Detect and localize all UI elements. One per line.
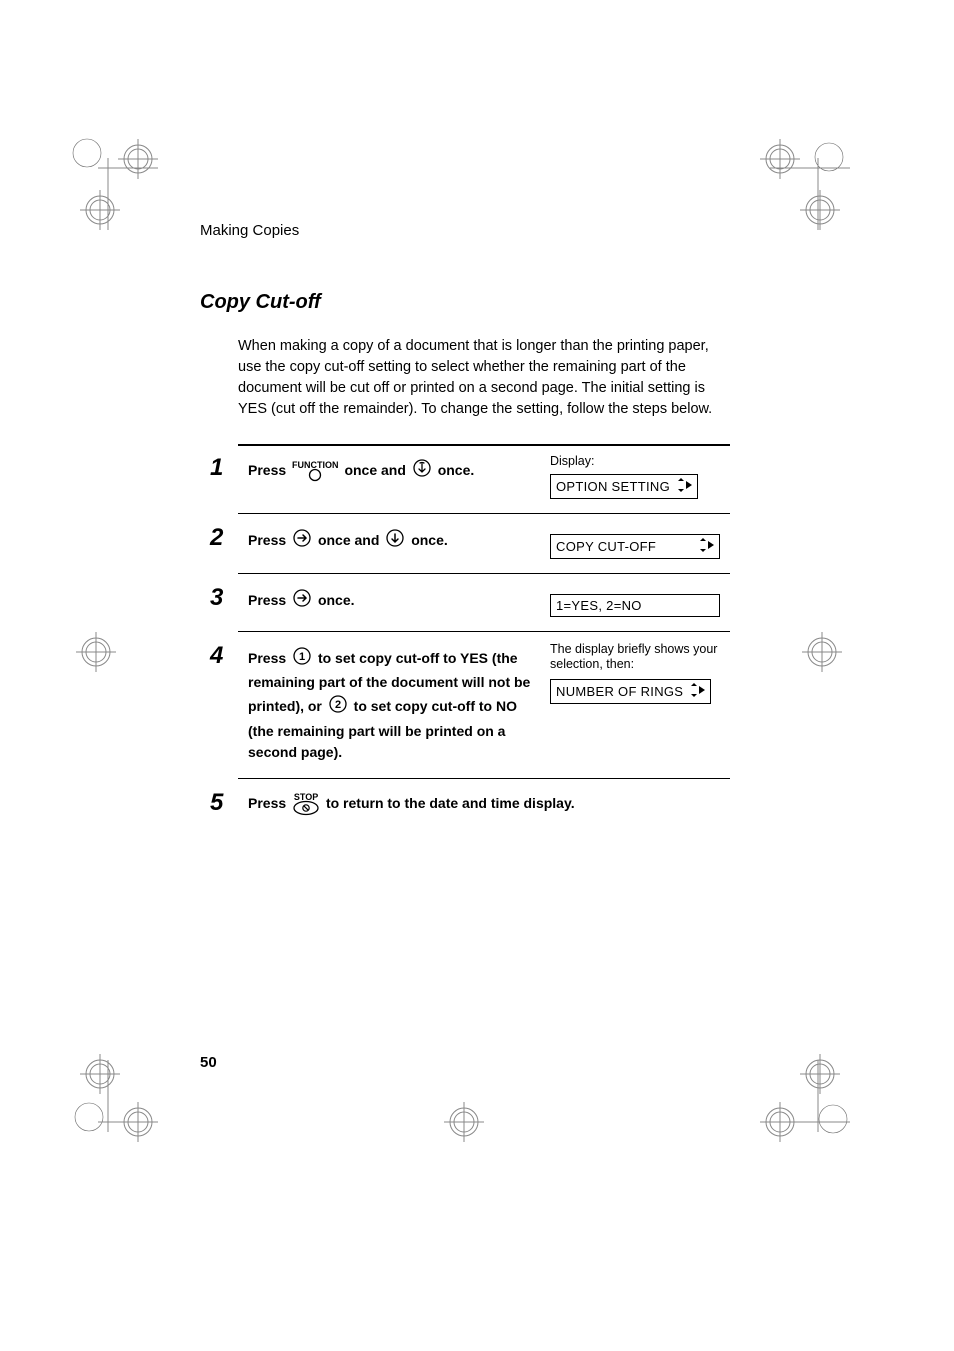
display-brief-label: The display briefly shows your selection… [550,642,730,673]
svg-text:2: 2 [335,699,341,711]
registration-mark-line [98,1060,158,1132]
section-title: Copy Cut-off [200,291,730,314]
nav-arrows-icon [696,538,714,555]
text-once-and: once and [344,462,405,478]
display-label: Display: [550,454,730,470]
registration-mark-crosshair [442,1100,532,1190]
divider [238,631,730,632]
step-number: 4 [200,642,248,668]
lcd-display: OPTION SETTING [550,474,698,499]
text-once: once. [318,592,355,608]
chapter-header: Making Copies [200,222,730,239]
text-press: Press [248,795,286,811]
step-instruction: Press 1 to set copy cut-off to YES (the … [248,642,536,764]
text-once: once. [411,532,448,548]
text-press: Press [248,532,286,548]
step-2: 2 Press once and [200,524,730,559]
lcd-text: 1=YES, 2=NO [556,598,642,613]
lcd-display: COPY CUT-OFF [550,534,720,559]
lcd-display: NUMBER OF RINGS [550,679,711,704]
text-tail: to return to the date and time display. [326,795,575,811]
step-instruction: Press STOP to return to the date and tim… [248,789,728,816]
lcd-text: OPTION SETTING [556,479,670,494]
step-3: 3 Press once. [200,584,730,617]
function-button-icon: FUNCTION [292,461,339,482]
page: Making Copies Copy Cut-off When making a… [0,0,954,1351]
divider [238,778,730,779]
key-2-icon: 2 [328,694,348,721]
svg-text:1: 1 [299,651,305,663]
step-number: 1 [200,454,248,480]
right-arrow-button-icon [292,528,312,555]
lcd-display: 1=YES, 2=NO [550,594,720,617]
page-number: 50 [200,1054,217,1071]
text-press: Press [248,592,286,608]
step-number: 2 [200,524,248,550]
right-arrow-button-icon [292,588,312,615]
down-arrow-button-icon [412,458,432,485]
step-number: 5 [200,789,248,815]
step-instruction: Press once. [248,584,536,615]
section-intro: When making a copy of a document that is… [238,336,730,420]
divider [238,573,730,574]
text-once-and: once and [318,532,379,548]
nav-arrows-icon [687,683,705,700]
step-5: 5 Press STOP to return to the date [200,789,730,816]
registration-mark-line [770,1060,850,1132]
registration-mark-line [98,158,158,230]
step-display: The display briefly shows your selection… [550,642,730,704]
step-display: Display: OPTION SETTING [550,454,730,499]
text-press: Press [248,650,286,666]
text-once: once. [438,462,475,478]
lcd-text: NUMBER OF RINGS [556,684,683,699]
step-4: 4 Press 1 to set copy cut-off to YES (th… [200,642,730,764]
step-display: 1=YES, 2=NO [550,584,730,617]
registration-mark-line [770,158,850,230]
step-1: 1 Press FUNCTION once and [200,454,730,499]
steps: 1 Press FUNCTION once and [200,454,730,816]
down-arrow-button-icon [385,528,405,555]
step-display: COPY CUT-OFF [550,524,730,559]
registration-mark-crosshair [800,630,890,720]
document-content: Making Copies Copy Cut-off When making a… [200,222,730,820]
step-instruction: Press once and [248,524,536,555]
registration-mark-crosshair [74,630,164,720]
lcd-text: COPY CUT-OFF [556,539,656,554]
divider [238,513,730,514]
key-1-icon: 1 [292,646,312,673]
step-instruction: Press FUNCTION once and [248,454,536,485]
text-press: Press [248,462,286,478]
stop-button-icon: STOP [292,793,320,816]
step-number: 3 [200,584,248,610]
divider [238,444,730,446]
nav-arrows-icon [674,478,692,495]
